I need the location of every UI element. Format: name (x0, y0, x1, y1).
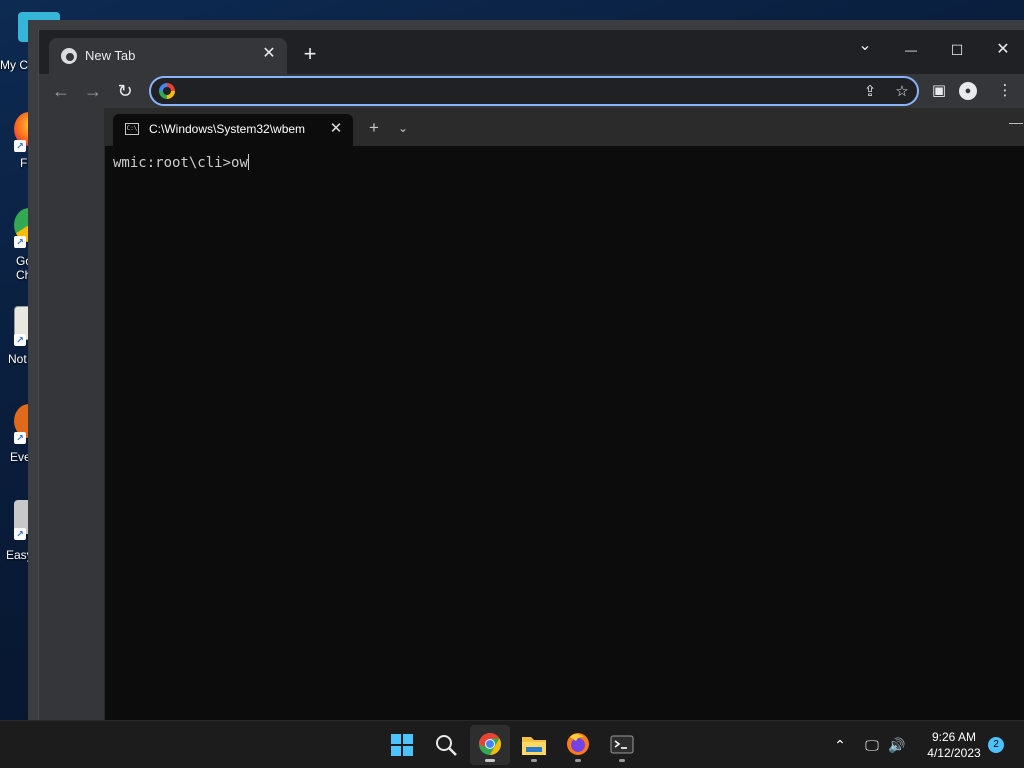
taskbar-clock[interactable]: 9:26 AM 4/12/2023 (910, 729, 998, 761)
clock-time: 9:26 AM (931, 730, 977, 744)
running-indicator (575, 759, 581, 762)
taskbar-terminal-button[interactable] (602, 725, 642, 765)
new-terminal-tab-button[interactable]: + (363, 118, 385, 138)
chevron-down-icon[interactable]: ⌄ (393, 118, 413, 138)
address-bar[interactable]: ⇪ ☆ (149, 76, 919, 106)
close-window-button[interactable]: ✕ (983, 36, 1023, 64)
notification-badge[interactable]: 2 (988, 737, 1004, 753)
shortcut-arrow-icon: ↗ (14, 528, 26, 540)
start-button[interactable] (382, 725, 422, 765)
terminal-tab[interactable]: C:\ C:\Windows\System32\wbem ✕ (113, 114, 353, 146)
reload-icon[interactable]: ↻ (111, 78, 139, 104)
share-icon[interactable]: ⇪ (859, 81, 881, 103)
network-icon[interactable]: 🖵 (862, 735, 882, 755)
shortcut-arrow-icon: ↗ (14, 236, 26, 248)
bookmark-star-icon[interactable]: ☆ (891, 81, 913, 103)
terminal-minimize-button[interactable]: — (1009, 112, 1024, 132)
profile-avatar-icon[interactable]: ● (959, 82, 977, 100)
close-tab-icon[interactable]: ✕ (327, 119, 345, 139)
running-indicator (619, 759, 625, 762)
shortcut-arrow-icon: ↗ (14, 140, 26, 152)
chrome-tab-new-tab[interactable]: New Tab ✕ (49, 38, 287, 74)
command-line: wmic:root\cli>ow (113, 154, 249, 171)
search-button[interactable] (426, 725, 466, 765)
terminal-prompt: wmic:root\cli> (113, 155, 232, 171)
show-hidden-icons-chevron-icon[interactable]: ⌃ (830, 735, 850, 755)
new-tab-button[interactable]: + (297, 42, 323, 68)
terminal-tab-title: C:\Windows\System32\wbem (149, 122, 306, 136)
tab-search-dropdown-icon[interactable]: ⌄ (845, 32, 885, 60)
taskbar-file-explorer-button[interactable] (514, 725, 554, 765)
side-panel-icon[interactable]: ▣ (927, 79, 951, 103)
more-menu-icon[interactable]: ⋮ (993, 79, 1017, 103)
running-indicator (531, 759, 537, 762)
taskbar-chrome-button[interactable] (470, 725, 510, 765)
close-tab-icon[interactable]: ✕ (259, 44, 279, 64)
google-icon (159, 83, 175, 99)
terminal-console[interactable]: wmic:root\cli>ow (105, 146, 1024, 720)
maximize-button[interactable]: ☐ (937, 36, 977, 64)
taskbar: ⌃ 🖵 🔊 9:26 AM 4/12/2023 2 (0, 720, 1024, 768)
terminal-tabbar: C:\ C:\Windows\System32\wbem ✕ + ⌄ — (105, 108, 1024, 146)
text-cursor (247, 154, 249, 170)
chrome-favicon-icon (61, 48, 77, 64)
minimize-button[interactable]: — (891, 36, 931, 64)
shortcut-arrow-icon: ↗ (14, 334, 26, 346)
windows-logo-icon (391, 734, 413, 756)
command-prompt-icon: C:\ (125, 123, 139, 135)
back-arrow-icon[interactable]: ← (47, 78, 75, 104)
taskbar-firefox-button[interactable] (558, 725, 598, 765)
search-icon (436, 735, 457, 756)
chrome-tabstrip: New Tab ✕ + ⌄ — ☐ ✕ (39, 30, 1024, 74)
chrome-toolbar: ← → ↻ ⇪ ☆ ▣ ● ⋮ (39, 74, 1024, 108)
forward-arrow-icon[interactable]: → (79, 78, 107, 104)
terminal-input[interactable]: ow (231, 155, 248, 171)
terminal-window: C:\ C:\Windows\System32\wbem ✕ + ⌄ — wmi… (104, 108, 1024, 720)
running-indicator (485, 759, 495, 762)
volume-icon[interactable]: 🔊 (886, 735, 908, 755)
shortcut-arrow-icon: ↗ (14, 432, 26, 444)
chrome-tab-title: New Tab (85, 48, 136, 63)
clock-date: 4/12/2023 (927, 746, 981, 760)
